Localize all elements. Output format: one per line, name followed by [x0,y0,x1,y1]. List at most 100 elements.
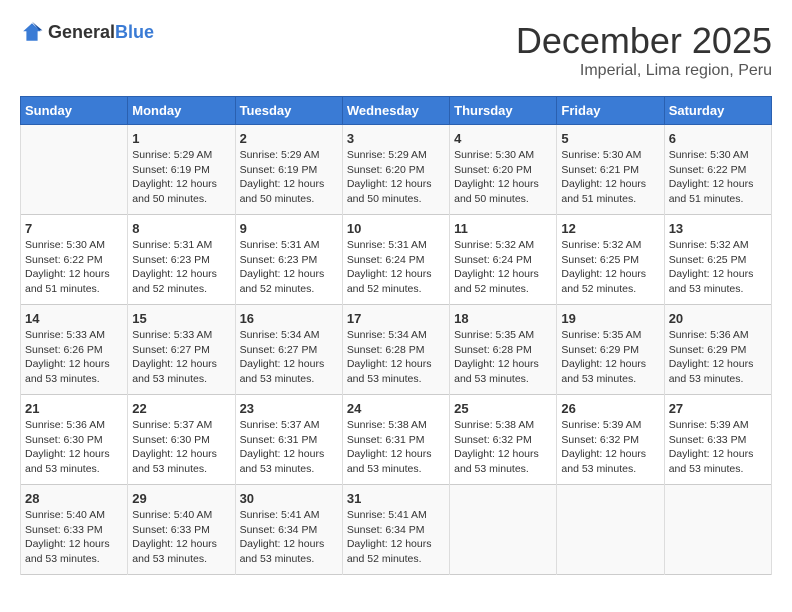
day-number: 2 [240,131,338,146]
calendar-cell: 4 Sunrise: 5:30 AMSunset: 6:20 PMDaylight… [450,125,557,215]
calendar-cell: 17Sunrise: 5:34 AMSunset: 6:28 PMDayligh… [342,305,449,395]
day-number: 15 [132,311,230,326]
calendar-cell [557,485,664,575]
calendar-week-row: 1 Sunrise: 5:29 AMSunset: 6:19 PMDaylight… [21,125,772,215]
day-number: 1 [132,131,230,146]
calendar-cell: 18Sunrise: 5:35 AMSunset: 6:28 PMDayligh… [450,305,557,395]
calendar-cell: 24 Sunrise: 5:38 AMSunset: 6:31 PMDayligh… [342,395,449,485]
day-number: 16 [240,311,338,326]
logo-general: General [48,22,115,42]
page-header: GeneralBlue December 2025 Imperial, Lima… [20,20,772,80]
calendar-week-row: 28 Sunrise: 5:40 AMSunset: 6:33 PMDayligh… [21,485,772,575]
calendar-cell: 3 Sunrise: 5:29 AMSunset: 6:20 PMDaylight… [342,125,449,215]
calendar-cell: 1 Sunrise: 5:29 AMSunset: 6:19 PMDaylight… [128,125,235,215]
calendar-table: SundayMondayTuesdayWednesdayThursdayFrid… [20,96,772,575]
calendar-cell: 10Sunrise: 5:31 AMSunset: 6:24 PMDayligh… [342,215,449,305]
day-info: Sunrise: 5:38 AMSunset: 6:32 PMDaylight:… [454,418,552,477]
day-info: Sunrise: 5:35 AMSunset: 6:28 PMDaylight:… [454,328,552,387]
logo-blue: Blue [115,22,154,42]
day-number: 26 [561,401,659,416]
day-info: Sunrise: 5:37 AMSunset: 6:30 PMDaylight:… [132,418,230,477]
day-number: 3 [347,131,445,146]
day-info: Sunrise: 5:31 AMSunset: 6:23 PMDaylight:… [240,238,338,297]
day-number: 13 [669,221,767,236]
day-number: 27 [669,401,767,416]
day-number: 23 [240,401,338,416]
day-number: 14 [25,311,123,326]
calendar-cell: 21Sunrise: 5:36 AMSunset: 6:30 PMDayligh… [21,395,128,485]
day-number: 31 [347,491,445,506]
day-info: Sunrise: 5:32 AMSunset: 6:24 PMDaylight:… [454,238,552,297]
day-info: Sunrise: 5:31 AMSunset: 6:23 PMDaylight:… [132,238,230,297]
weekday-header-monday: Monday [128,97,235,125]
calendar-cell: 11 Sunrise: 5:32 AMSunset: 6:24 PMDayligh… [450,215,557,305]
calendar-cell: 31 Sunrise: 5:41 AMSunset: 6:34 PMDayligh… [342,485,449,575]
calendar-week-row: 14 Sunrise: 5:33 AMSunset: 6:26 PMDayligh… [21,305,772,395]
location-title: Imperial, Lima region, Peru [516,62,772,80]
calendar-cell: 5 Sunrise: 5:30 AMSunset: 6:21 PMDaylight… [557,125,664,215]
day-number: 20 [669,311,767,326]
day-number: 28 [25,491,123,506]
calendar-cell: 15 Sunrise: 5:33 AMSunset: 6:27 PMDayligh… [128,305,235,395]
day-info: Sunrise: 5:41 AMSunset: 6:34 PMDaylight:… [240,508,338,567]
calendar-cell: 26 Sunrise: 5:39 AMSunset: 6:32 PMDayligh… [557,395,664,485]
day-number: 5 [561,131,659,146]
day-info: Sunrise: 5:37 AMSunset: 6:31 PMDaylight:… [240,418,338,477]
weekday-header-row: SundayMondayTuesdayWednesdayThursdayFrid… [21,97,772,125]
calendar-cell [21,125,128,215]
day-info: Sunrise: 5:30 AMSunset: 6:22 PMDaylight:… [25,238,123,297]
day-info: Sunrise: 5:33 AMSunset: 6:27 PMDaylight:… [132,328,230,387]
day-number: 8 [132,221,230,236]
calendar-cell: 19Sunrise: 5:35 AMSunset: 6:29 PMDayligh… [557,305,664,395]
calendar-cell: 12 Sunrise: 5:32 AMSunset: 6:25 PMDayligh… [557,215,664,305]
day-info: Sunrise: 5:32 AMSunset: 6:25 PMDaylight:… [561,238,659,297]
day-number: 9 [240,221,338,236]
day-info: Sunrise: 5:29 AMSunset: 6:19 PMDaylight:… [240,148,338,207]
day-number: 25 [454,401,552,416]
day-info: Sunrise: 5:31 AMSunset: 6:24 PMDaylight:… [347,238,445,297]
calendar-cell: 6Sunrise: 5:30 AMSunset: 6:22 PMDaylight… [664,125,771,215]
day-info: Sunrise: 5:29 AMSunset: 6:19 PMDaylight:… [132,148,230,207]
weekday-header-tuesday: Tuesday [235,97,342,125]
day-number: 4 [454,131,552,146]
weekday-header-sunday: Sunday [21,97,128,125]
day-number: 19 [561,311,659,326]
day-number: 24 [347,401,445,416]
day-info: Sunrise: 5:40 AMSunset: 6:33 PMDaylight:… [25,508,123,567]
weekday-header-wednesday: Wednesday [342,97,449,125]
calendar-cell: 22Sunrise: 5:37 AMSunset: 6:30 PMDayligh… [128,395,235,485]
day-info: Sunrise: 5:32 AMSunset: 6:25 PMDaylight:… [669,238,767,297]
weekday-header-saturday: Saturday [664,97,771,125]
day-number: 7 [25,221,123,236]
day-info: Sunrise: 5:41 AMSunset: 6:34 PMDaylight:… [347,508,445,567]
day-number: 11 [454,221,552,236]
month-title: December 2025 [516,20,772,62]
calendar-cell: 9 Sunrise: 5:31 AMSunset: 6:23 PMDaylight… [235,215,342,305]
day-info: Sunrise: 5:30 AMSunset: 6:20 PMDaylight:… [454,148,552,207]
day-info: Sunrise: 5:36 AMSunset: 6:30 PMDaylight:… [25,418,123,477]
day-number: 12 [561,221,659,236]
calendar-week-row: 21Sunrise: 5:36 AMSunset: 6:30 PMDayligh… [21,395,772,485]
calendar-cell: 8 Sunrise: 5:31 AMSunset: 6:23 PMDaylight… [128,215,235,305]
day-info: Sunrise: 5:34 AMSunset: 6:28 PMDaylight:… [347,328,445,387]
day-number: 30 [240,491,338,506]
logo-icon [20,20,44,44]
calendar-cell: 27 Sunrise: 5:39 AMSunset: 6:33 PMDayligh… [664,395,771,485]
calendar-cell: 7 Sunrise: 5:30 AMSunset: 6:22 PMDaylight… [21,215,128,305]
day-info: Sunrise: 5:39 AMSunset: 6:33 PMDaylight:… [669,418,767,477]
day-info: Sunrise: 5:39 AMSunset: 6:32 PMDaylight:… [561,418,659,477]
calendar-cell [450,485,557,575]
day-number: 29 [132,491,230,506]
weekday-header-thursday: Thursday [450,97,557,125]
calendar-cell: 25 Sunrise: 5:38 AMSunset: 6:32 PMDayligh… [450,395,557,485]
day-info: Sunrise: 5:30 AMSunset: 6:21 PMDaylight:… [561,148,659,207]
calendar-cell: 14 Sunrise: 5:33 AMSunset: 6:26 PMDayligh… [21,305,128,395]
day-info: Sunrise: 5:38 AMSunset: 6:31 PMDaylight:… [347,418,445,477]
calendar-cell: 16Sunrise: 5:34 AMSunset: 6:27 PMDayligh… [235,305,342,395]
day-info: Sunrise: 5:33 AMSunset: 6:26 PMDaylight:… [25,328,123,387]
day-number: 6 [669,131,767,146]
day-info: Sunrise: 5:29 AMSunset: 6:20 PMDaylight:… [347,148,445,207]
day-info: Sunrise: 5:40 AMSunset: 6:33 PMDaylight:… [132,508,230,567]
calendar-cell: 13 Sunrise: 5:32 AMSunset: 6:25 PMDayligh… [664,215,771,305]
calendar-cell: 20Sunrise: 5:36 AMSunset: 6:29 PMDayligh… [664,305,771,395]
